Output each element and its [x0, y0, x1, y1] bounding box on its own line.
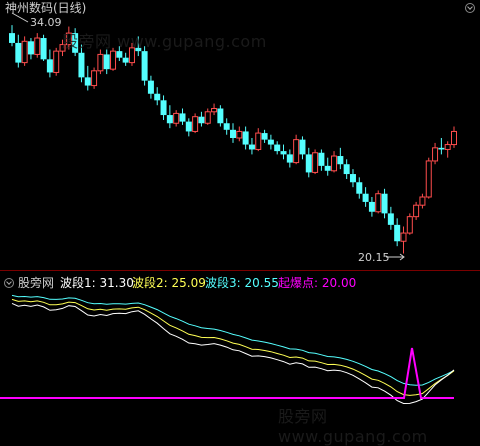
candle-body-down [305, 154, 312, 173]
candle-body-down [242, 131, 249, 145]
candle-body-up [204, 111, 211, 124]
candle-body-up [451, 130, 457, 146]
candle-body-down [230, 129, 236, 138]
collapse-indicator-icon[interactable] [4, 278, 14, 288]
candle-body-up [444, 144, 451, 150]
trigger-line [0, 347, 454, 399]
candle-body-up [91, 70, 98, 87]
candle-body-up [419, 196, 426, 206]
candle-body-up [432, 147, 439, 162]
min-price-label: 20.15 [358, 251, 390, 264]
candle-body-up [293, 139, 300, 164]
legend-wave1: 波段1: 31.30 [60, 276, 134, 290]
candle-body-up [53, 50, 60, 73]
candle-body-down [116, 51, 123, 58]
candle-body-up [173, 112, 180, 124]
candle-body-up [97, 53, 104, 72]
candle-body-down [286, 154, 293, 163]
candle-body-down [356, 182, 363, 194]
candle-body-down [274, 144, 281, 152]
candle-body-down [122, 57, 129, 63]
candle-body-down [337, 156, 344, 165]
candle-body-up [425, 160, 432, 198]
candle-body-down [78, 52, 85, 78]
candle-body-down [349, 174, 356, 183]
candle-body-down [438, 147, 445, 150]
candle-body-up [236, 130, 243, 139]
candle-body-down [267, 139, 274, 145]
chart-area[interactable]: 股旁网 www.gupang.com 股旁网 www.gupang.com 神州… [0, 0, 480, 446]
legend-wave3: 波段3: 20.55 [205, 276, 279, 290]
main-panel-title: 神州数码(日线) [5, 1, 87, 15]
candle-body-down [40, 38, 47, 60]
candle-body-down [27, 41, 34, 55]
candle-body-down [318, 152, 325, 166]
candle-body-up [331, 155, 338, 172]
candle-body-down [223, 123, 230, 130]
candle-body-down [299, 139, 306, 155]
max-price-label: 34.09 [30, 16, 62, 29]
panel-separator [0, 270, 480, 271]
candle-body-down [198, 116, 205, 124]
candle-body-down [248, 144, 255, 150]
candle-body-down [324, 165, 331, 171]
candle-body-up [400, 232, 407, 242]
collapse-main-icon[interactable] [465, 3, 475, 13]
candle-body-down [394, 224, 401, 242]
wave2-line [11, 298, 455, 396]
wave1-line [11, 302, 455, 405]
candle-body-up [192, 116, 199, 132]
candle-body-down [362, 193, 369, 202]
candle-body-down [280, 151, 287, 155]
main-candlestick-chart[interactable] [0, 0, 480, 428]
candle-body-down [15, 42, 22, 63]
candle-body-up [110, 50, 117, 70]
candle-body-down [343, 164, 350, 175]
candle-body-down [381, 193, 388, 214]
candle-body-up [406, 216, 413, 234]
candle-body-down [160, 100, 167, 116]
candle-body-up [413, 204, 420, 218]
candle-body-down [387, 213, 394, 225]
candle-body-down [179, 113, 186, 122]
candle-body-up [34, 37, 41, 55]
candle-body-down [9, 33, 15, 43]
candle-body-down [217, 108, 224, 124]
indicator-name[interactable]: 股旁网 [18, 276, 54, 290]
candle-body-down [185, 121, 192, 132]
candle-body-down [154, 93, 161, 101]
candle-body-down [141, 51, 148, 81]
candle-body-up [255, 132, 262, 150]
candle-body-up [312, 152, 319, 173]
candle-body-down [103, 54, 110, 70]
legend-trigger: 起爆点: 20.00 [278, 276, 357, 290]
candle-body-down [84, 77, 91, 86]
candle-body-up [375, 193, 382, 213]
watermark-top: 股旁网 www.gupang.com [62, 32, 267, 51]
candle-body-down [46, 59, 53, 73]
candle-body-up [211, 108, 218, 113]
legend-wave2: 波段2: 25.09 [132, 276, 206, 290]
candle-body-down [261, 133, 268, 140]
candle-body-down [166, 115, 173, 124]
candle-body-down [368, 201, 375, 212]
candle-body-down [147, 80, 154, 94]
watermark-bottom: 股旁网 www.gupang.com [278, 407, 428, 446]
candle-body-up [21, 40, 28, 64]
